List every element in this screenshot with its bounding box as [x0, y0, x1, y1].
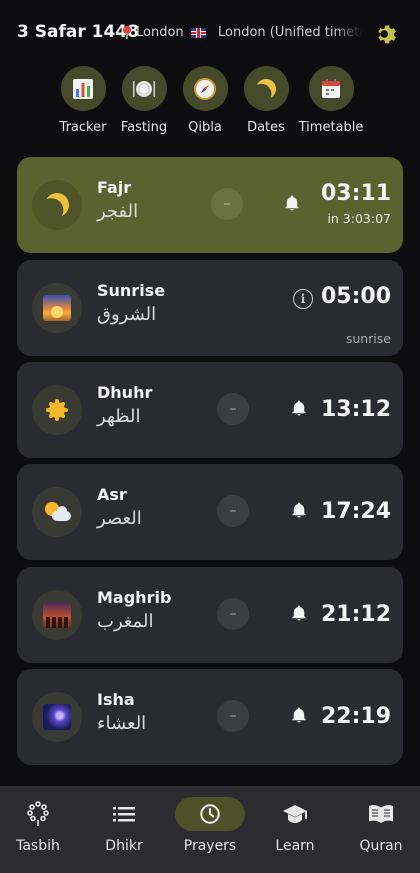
- prayer-beads-icon: [27, 801, 49, 826]
- uk-flag-icon: [190, 27, 206, 38]
- nav-label: Prayers: [183, 838, 237, 854]
- prayer-card-asr[interactable]: Asr العصر – 17:24: [17, 464, 403, 560]
- nav-tasbih[interactable]: Tasbih: [0, 798, 80, 854]
- location-pin-icon: [122, 25, 132, 40]
- open-book-icon: [369, 805, 393, 823]
- prayer-name: Sunrise: [97, 281, 166, 300]
- prayer-card-isha[interactable]: Isha العشاء – 22:19: [17, 669, 403, 765]
- compass-icon: [182, 66, 228, 111]
- prayer-card-sunrise[interactable]: Sunrise الشروق i 05:00 sunrise: [17, 260, 403, 356]
- nav-learn[interactable]: Learn: [253, 798, 337, 854]
- prayer-time: 21:12: [320, 602, 391, 627]
- tracker-chart-icon: [60, 66, 106, 111]
- prayer-name-arabic: العصر: [97, 508, 142, 529]
- bell-icon[interactable]: [283, 193, 301, 213]
- nav-quran[interactable]: Quran: [339, 798, 420, 854]
- prayer-name-arabic: المغرب: [97, 611, 154, 632]
- prayer-name-arabic: العشاء: [97, 713, 147, 734]
- prayer-status-button[interactable]: –: [211, 188, 243, 220]
- location-name: London: [136, 25, 184, 40]
- quick-actions: Tracker Fasting Qibla Dates Timetable: [0, 66, 420, 146]
- list-icon: [113, 807, 135, 822]
- sun-icon: [32, 385, 82, 435]
- prayer-name-arabic: الفجر: [97, 201, 139, 222]
- prayer-name-arabic: الشروق: [97, 304, 157, 325]
- prayer-note: sunrise: [345, 331, 391, 346]
- graduation-cap-icon: [283, 805, 307, 823]
- location-selector[interactable]: London: [122, 25, 206, 40]
- prayer-status-button[interactable]: –: [217, 598, 249, 630]
- night-sky-icon: [32, 692, 82, 742]
- prayer-time: 22:19: [320, 704, 391, 729]
- nav-selected-indicator: [175, 797, 245, 831]
- sun-behind-cloud-icon: [32, 487, 82, 537]
- bell-icon[interactable]: [290, 500, 308, 520]
- crescent-moon-icon: [243, 66, 289, 111]
- prayer-name: Fajr: [97, 178, 132, 197]
- nav-label: Learn: [275, 838, 315, 854]
- clock-icon: [200, 804, 220, 824]
- prayer-name: Dhuhr: [97, 383, 153, 402]
- sunset-city-icon: [32, 590, 82, 640]
- timetable-name[interactable]: London (Unified timetable): [218, 25, 363, 40]
- prayer-countdown: in 3:03:07: [327, 211, 391, 226]
- prayer-time: 03:11: [320, 181, 391, 206]
- prayer-card-maghrib[interactable]: Maghrib المغرب – 21:12: [17, 567, 403, 663]
- prayer-status-button[interactable]: –: [217, 393, 249, 425]
- prayer-name: Maghrib: [97, 588, 172, 607]
- nav-dhikr[interactable]: Dhikr: [82, 798, 166, 854]
- nav-label: Quran: [359, 838, 403, 854]
- crescent-moon-icon: [32, 180, 82, 230]
- prayer-card-dhuhr[interactable]: Dhuhr الظهر – 13:12: [17, 362, 403, 458]
- nav-label: Tasbih: [16, 838, 60, 854]
- prayer-name: Asr: [97, 485, 127, 504]
- prayer-time: 13:12: [320, 397, 391, 422]
- bell-icon[interactable]: [290, 603, 308, 623]
- prayer-name-arabic: الظهر: [97, 406, 141, 427]
- bell-icon[interactable]: [290, 705, 308, 725]
- prayer-card-fajr[interactable]: Fajr الفجر – 03:11 in 3:03:07: [17, 157, 403, 253]
- info-icon[interactable]: i: [293, 289, 313, 309]
- nav-label: Dhikr: [105, 838, 143, 854]
- bell-icon[interactable]: [290, 398, 308, 418]
- timetable-button[interactable]: Timetable: [293, 66, 369, 135]
- sunrise-icon: [32, 283, 82, 333]
- nav-prayers[interactable]: Prayers: [168, 797, 252, 854]
- top-bar: 3 Safar 1448 London London (Unified time…: [0, 0, 420, 64]
- prayer-time: 17:24: [320, 499, 391, 524]
- fasting-plate-icon: [121, 66, 167, 111]
- gear-icon[interactable]: [373, 21, 399, 47]
- calendar-icon: [308, 66, 354, 111]
- prayer-time: 05:00: [320, 284, 391, 309]
- prayer-status-button[interactable]: –: [217, 700, 249, 732]
- timetable-label: Timetable: [298, 120, 364, 135]
- bottom-navigation: Tasbih Dhikr Prayers Learn Quran: [0, 786, 420, 873]
- hijri-date: 3 Safar 1448: [17, 22, 139, 42]
- prayer-name: Isha: [97, 690, 135, 709]
- prayer-status-button[interactable]: –: [217, 495, 249, 527]
